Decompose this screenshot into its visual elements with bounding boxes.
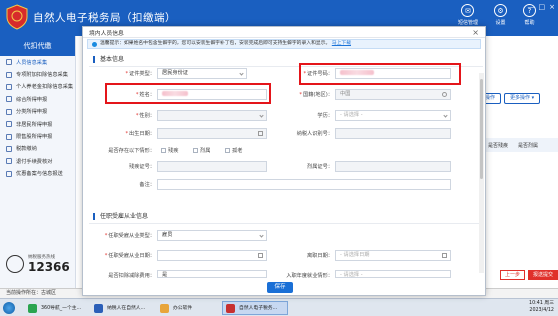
app-icon xyxy=(226,304,235,313)
redacted-id-number xyxy=(340,70,374,75)
birth-date-input[interactable] xyxy=(157,128,267,139)
id-number-input[interactable] xyxy=(335,68,451,79)
menu-item-icon xyxy=(6,108,12,115)
dialog-title: 境内人员信息 xyxy=(83,27,485,38)
person-info-dialog: 境内人员信息 × 温馨提示：如果姓名中包含生僻字的，您可以安装生僻字补丁包，安装… xyxy=(82,26,486,296)
close-window-button[interactable]: × xyxy=(549,3,555,11)
entry-situation-select[interactable]: - 请选择 - xyxy=(335,270,451,278)
menu-item-icon xyxy=(6,158,12,165)
chevron-down-icon xyxy=(443,113,448,118)
calendar-icon xyxy=(258,253,263,258)
sidebar-item[interactable]: 专项附加扣除信息采集 xyxy=(0,68,75,80)
table-header: 是否残疾 是否烈属 xyxy=(478,138,558,152)
sidebar-item[interactable]: 优惠备案与信息报送 xyxy=(0,168,75,180)
employment-date-input[interactable] xyxy=(157,250,267,261)
chevron-down-icon xyxy=(259,233,264,238)
taskbar-item[interactable]: 360导航_一个主... xyxy=(24,301,86,315)
disabled-checkbox[interactable]: 残疾 xyxy=(161,147,178,154)
id-type-select[interactable]: 居民身份证 xyxy=(157,68,247,79)
section-employment-info: 任职受雇从业信息 xyxy=(93,213,148,220)
divider xyxy=(89,223,483,224)
lonely-elderly-checkbox[interactable]: 孤老 xyxy=(225,147,242,154)
app-icon xyxy=(28,304,37,313)
sidebar-item[interactable]: 个人养老金扣除信息采集 xyxy=(0,81,75,93)
country-input[interactable]: 中国 xyxy=(335,89,451,100)
system-tray: 10:41 周三 2023/4/12 xyxy=(529,300,554,314)
menu-item-icon xyxy=(6,121,12,128)
divider xyxy=(89,66,483,67)
download-link[interactable]: 马上下载 xyxy=(332,41,351,46)
sidebar-item[interactable]: 人员信息采集 xyxy=(0,56,75,68)
save-button[interactable]: 保存 xyxy=(267,282,293,293)
sidebar-item[interactable]: 退付手续费核对 xyxy=(0,155,75,167)
menu-item-icon xyxy=(6,145,12,152)
submit-report-button[interactable]: 报送提交 xyxy=(528,270,558,280)
hotline: 纳税服务热线 12366 xyxy=(6,254,70,274)
taskbar: 360导航_一个主... 纳税人在自然人... 办公软件 自然人电子税务... 10:… xyxy=(0,298,558,316)
tax-emblem-icon xyxy=(6,4,28,30)
menu-item-icon xyxy=(6,71,12,78)
notice-banner: 温馨提示：如果姓名中包含生僻字的，您可以安装生僻字补丁包，安装完成后即可支持生僻… xyxy=(87,39,481,49)
name-input[interactable] xyxy=(157,89,267,100)
menu-item-icon xyxy=(6,133,12,140)
menu-item-icon xyxy=(6,170,12,177)
disability-cert-input[interactable] xyxy=(157,161,267,172)
taskbar-item[interactable]: 纳税人在自然人... xyxy=(90,301,152,315)
start-button[interactable] xyxy=(3,302,15,314)
section-basic-info: 基本信息 xyxy=(93,56,124,63)
sidebar-item[interactable]: 税款缴纳 xyxy=(0,143,75,155)
sidebar-item[interactable]: 分类所得申报 xyxy=(0,106,75,118)
taskbar-item[interactable]: 自然人电子税务... xyxy=(222,301,288,315)
close-icon[interactable]: × xyxy=(472,28,479,37)
chevron-down-icon xyxy=(259,113,264,118)
employment-type-select[interactable]: 雇员 xyxy=(157,230,267,241)
education-select[interactable]: - 请选择 - xyxy=(335,110,451,121)
app-icon xyxy=(94,304,103,313)
sidebar: 代扣代缴 人员信息采集 专项附加扣除信息采集 个人养老金扣除信息采集 综合所得申报 分类… xyxy=(0,36,76,288)
phone-icon xyxy=(6,255,24,273)
clock-time: 10:41 周三 xyxy=(529,301,554,306)
app-title: 自然人电子税务局（扣缴端） xyxy=(33,12,176,24)
info-icon xyxy=(92,41,97,47)
menu-item-icon xyxy=(6,59,12,66)
calendar-icon xyxy=(442,253,447,258)
app-icon xyxy=(160,304,169,313)
martyr-cert-input[interactable] xyxy=(335,161,451,172)
sidebar-item[interactable]: 限售股所得申报 xyxy=(0,130,75,142)
search-icon[interactable] xyxy=(442,91,447,97)
taxpayer-id-input xyxy=(335,128,451,139)
minimize-button[interactable]: — xyxy=(528,3,535,11)
taskbar-item[interactable]: 办公软件 xyxy=(156,301,218,315)
scrollbar-thumb[interactable] xyxy=(480,79,483,179)
clock-date: 2023/4/12 xyxy=(529,308,554,313)
martyr-family-checkbox[interactable]: 烈属 xyxy=(193,147,210,154)
message-icon: ✉ xyxy=(461,4,475,17)
deduct-fee-select[interactable]: 是 xyxy=(157,270,267,278)
sidebar-item[interactable]: 综合所得申报 xyxy=(0,93,75,105)
leave-date-input[interactable]: - 请选择日期 xyxy=(335,250,451,261)
menu-item-icon xyxy=(6,96,12,103)
sidebar-item[interactable]: 非居民所得申报 xyxy=(0,118,75,130)
gender-select[interactable] xyxy=(157,110,267,121)
more-operations-button[interactable]: 更多操作 ▾ xyxy=(504,93,541,104)
redacted-name xyxy=(162,91,188,96)
menu-item-icon xyxy=(6,83,12,90)
sms-management-button[interactable]: ✉ 短信管理 xyxy=(458,4,478,26)
previous-step-button[interactable]: 上一步 xyxy=(500,270,525,280)
gear-icon: ⚙ xyxy=(494,4,507,17)
hotline-number: 12366 xyxy=(28,260,70,274)
calendar-icon xyxy=(258,131,263,136)
settings-button[interactable]: ⚙ 设置 xyxy=(494,4,507,26)
chevron-down-icon xyxy=(239,71,244,76)
sidebar-title: 代扣代缴 xyxy=(0,36,75,56)
remark-input[interactable] xyxy=(157,179,451,190)
maximize-button[interactable]: □ xyxy=(539,3,546,11)
